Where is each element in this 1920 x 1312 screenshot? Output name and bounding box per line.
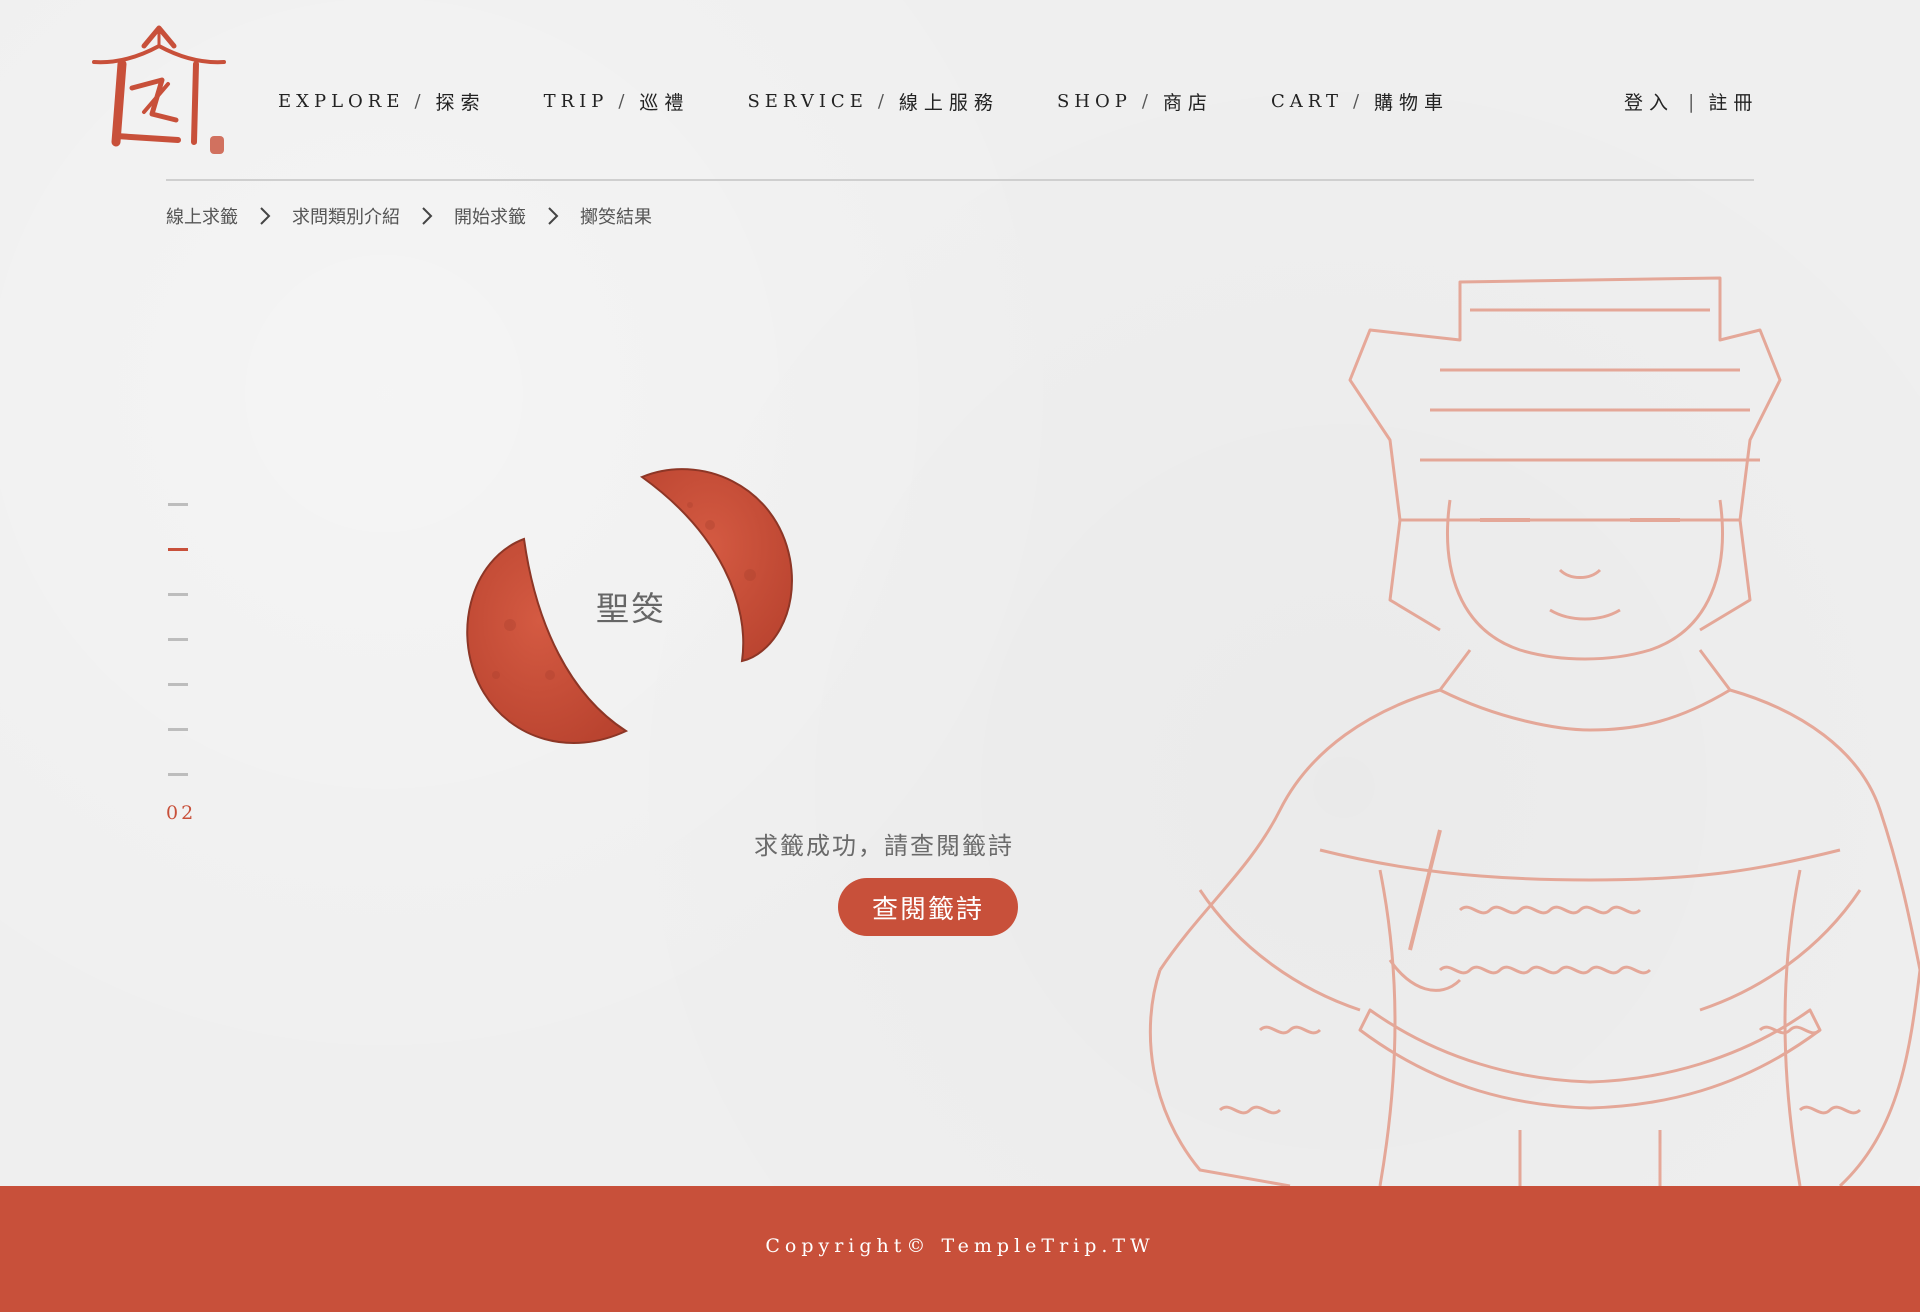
deity-sketch-illustration <box>1148 276 1920 1186</box>
chevron-right-icon <box>548 207 559 225</box>
moon-block-left <box>466 537 629 744</box>
chevron-right-icon <box>422 207 433 225</box>
moon-block-right <box>639 468 793 663</box>
nav-explore-sep: / <box>414 91 426 112</box>
breadcrumb-result: 擲筊結果 <box>580 207 652 228</box>
copyright-text: Copyright© TempleTrip.TW <box>765 1235 1155 1257</box>
view-poem-button[interactable]: 查閱籤詩 <box>838 878 1018 936</box>
login-link[interactable]: 登入 <box>1624 88 1674 115</box>
nav-service-zh: 線上服務 <box>898 92 999 114</box>
nav-shop-sep: / <box>1141 91 1153 112</box>
nav-trip-sep: / <box>618 91 630 112</box>
header-divider <box>166 179 1754 181</box>
step-7[interactable] <box>168 773 188 776</box>
nav-cart-en: CART <box>1270 91 1343 112</box>
nav-service-en: SERVICE <box>747 91 868 112</box>
nav-shop[interactable]: SHOP / 商店 <box>1057 88 1213 115</box>
result-label: 聖筊 <box>596 589 666 628</box>
register-link[interactable]: 註冊 <box>1708 88 1758 115</box>
nav-shop-zh: 商店 <box>1162 92 1213 114</box>
step-6[interactable] <box>168 728 188 731</box>
nav-cart-zh: 購物車 <box>1374 92 1450 114</box>
chevron-right-icon <box>260 207 271 225</box>
step-1[interactable] <box>168 503 188 506</box>
nav-trip[interactable]: TRIP / 巡禮 <box>544 88 690 115</box>
nav-explore[interactable]: EXPLORE / 探索 <box>278 88 486 115</box>
step-number: 02 <box>166 802 197 824</box>
breadcrumb-start[interactable]: 開始求籤 <box>454 203 526 229</box>
temple-trip-logo[interactable] <box>86 24 232 160</box>
step-5[interactable] <box>168 683 188 686</box>
step-3[interactable] <box>168 593 188 596</box>
breadcrumb-online-divination[interactable]: 線上求籤 <box>166 203 238 229</box>
nav-cart[interactable]: CART / 購物車 <box>1271 88 1449 115</box>
nav-shop-en: SHOP <box>1056 91 1132 112</box>
nav-explore-en: EXPLORE <box>278 91 405 112</box>
breadcrumb: 線上求籤 求問類別介紹 開始求籤 擲筊結果 <box>166 203 652 229</box>
step-2[interactable] <box>168 548 188 551</box>
footer: Copyright© TempleTrip.TW <box>0 1186 1920 1312</box>
nav-service[interactable]: SERVICE / 線上服務 <box>747 88 999 115</box>
result-message: 求籤成功，請查閱籤詩 <box>754 832 1014 860</box>
nav-explore-zh: 探索 <box>435 92 486 114</box>
step-4[interactable] <box>168 638 188 641</box>
auth-links: 登入 | 註冊 <box>1624 88 1758 115</box>
auth-divider: | <box>1688 90 1695 113</box>
step-indicator <box>168 503 198 818</box>
nav-trip-zh: 巡禮 <box>639 92 690 114</box>
nav-cart-sep: / <box>1352 91 1365 112</box>
main-nav: EXPLORE / 探索 TRIP / 巡禮 SERVICE / 線上服務 SH… <box>278 88 1507 115</box>
breadcrumb-category-intro[interactable]: 求問類別介紹 <box>292 203 400 229</box>
nav-service-sep: / <box>877 91 889 112</box>
nav-trip-en: TRIP <box>543 91 609 112</box>
